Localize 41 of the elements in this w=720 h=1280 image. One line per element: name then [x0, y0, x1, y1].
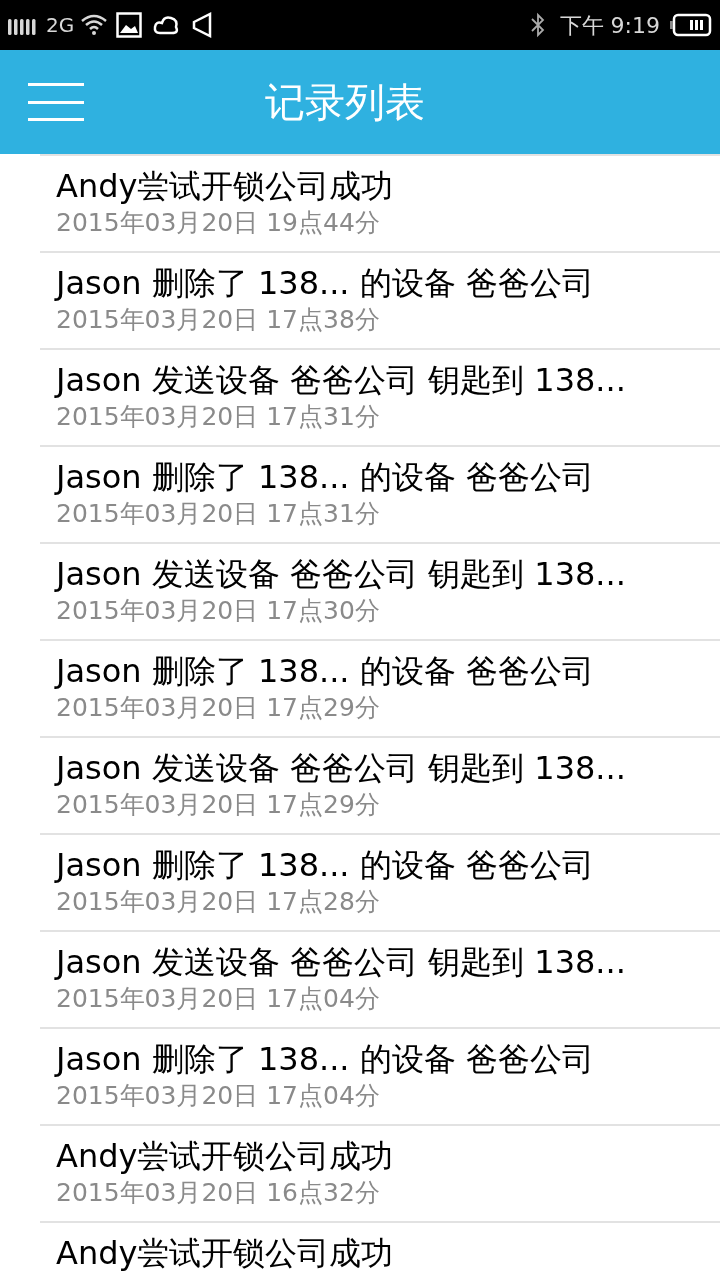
- record-item[interactable]: Jason 删除了 138... 的设备 爸爸公司 2015年03月20日 17点38分: [40, 251, 720, 348]
- record-title: Jason 发送设备 爸爸公司 钥匙到 138...: [56, 554, 627, 595]
- battery-icon: [670, 13, 712, 37]
- record-date: 2015年03月20日 17点04分: [56, 1081, 381, 1111]
- record-title: Jason 发送设备 爸爸公司 钥匙到 138...: [56, 748, 627, 789]
- clock: 下午 9:19: [559, 11, 660, 40]
- record-title: Jason 删除了 138... 的设备 爸爸公司: [56, 651, 595, 692]
- record-title: Andy尝试开锁公司成功: [56, 166, 395, 207]
- record-date: 2015年03月20日 19点44分: [56, 208, 381, 238]
- record-item[interactable]: Andy尝试开锁公司成功 2015年03月20日 19点44分: [40, 154, 720, 251]
- record-item[interactable]: Jason 删除了 138... 的设备 爸爸公司 2015年03月20日 17点04分: [40, 1027, 720, 1124]
- record-title: Andy尝试开锁公司成功: [56, 1136, 395, 1177]
- record-item[interactable]: Jason 发送设备 爸爸公司 钥匙到 138... 2015年03月20日 17点29分: [40, 736, 720, 833]
- record-title: Jason 发送设备 爸爸公司 钥匙到 138...: [56, 942, 627, 983]
- record-date: 2015年03月20日 17点29分: [56, 790, 381, 820]
- record-date: 2015年03月20日 17点28分: [56, 887, 381, 917]
- record-item[interactable]: Andy尝试开锁公司成功 2015年03月20日 16点32分: [40, 1124, 720, 1221]
- menu-icon[interactable]: [28, 82, 84, 122]
- record-date: 2015年03月20日 16点32分: [56, 1178, 381, 1208]
- record-item[interactable]: Jason 发送设备 爸爸公司 钥匙到 138... 2015年03月20日 17点31分: [40, 348, 720, 445]
- record-date: 2015年03月20日 17点30分: [56, 596, 381, 626]
- record-title: Jason 删除了 138... 的设备 爸爸公司: [56, 845, 595, 886]
- record-title: Andy尝试开锁公司成功: [56, 1233, 395, 1274]
- record-date: 2015年03月20日 17点31分: [56, 402, 381, 432]
- record-item[interactable]: Jason 删除了 138... 的设备 爸爸公司 2015年03月20日 17点28分: [40, 833, 720, 930]
- record-date: 2015年03月20日 17点31分: [56, 499, 381, 529]
- record-item[interactable]: Jason 发送设备 爸爸公司 钥匙到 138... 2015年03月20日 17点04分: [40, 930, 720, 1027]
- record-item[interactable]: Jason 发送设备 爸爸公司 钥匙到 138... 2015年03月20日 17点30分: [40, 542, 720, 639]
- record-title: Jason 删除了 138... 的设备 爸爸公司: [56, 457, 595, 498]
- image-icon: [116, 12, 143, 38]
- record-item[interactable]: Jason 删除了 138... 的设备 爸爸公司 2015年03月20日 17点29分: [40, 639, 720, 736]
- record-item[interactable]: Jason 删除了 138... 的设备 爸爸公司 2015年03月20日 17点31分: [40, 445, 720, 542]
- record-item[interactable]: Andy尝试开锁公司成功: [40, 1221, 720, 1280]
- record-date: 2015年03月20日 17点29分: [56, 693, 381, 723]
- page-title: 记录列表: [265, 78, 425, 127]
- network-type: 2G: [46, 12, 75, 39]
- record-title: Jason 删除了 138... 的设备 爸爸公司: [56, 263, 595, 304]
- record-title: Jason 删除了 138... 的设备 爸爸公司: [56, 1039, 595, 1080]
- record-date: 2015年03月20日 17点04分: [56, 984, 381, 1014]
- record-title: Jason 发送设备 爸爸公司 钥匙到 138...: [56, 360, 627, 401]
- record-date: 2015年03月20日 17点38分: [56, 305, 381, 335]
